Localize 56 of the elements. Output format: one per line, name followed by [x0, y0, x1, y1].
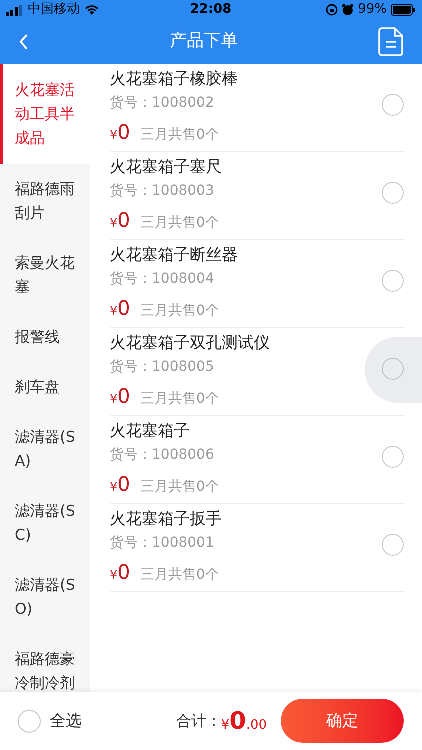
category-item[interactable]: 福路德雨刮片 [0, 164, 90, 238]
status-time: 22:08 [190, 1, 232, 20]
battery-icon [391, 4, 416, 16]
floating-touch-button[interactable] [365, 337, 422, 403]
category-item[interactable]: 滤清器(SA) [0, 412, 90, 486]
total-amount: ¥0.00 [221, 706, 267, 737]
product-checkbox[interactable] [382, 270, 404, 292]
product-checkbox[interactable] [382, 534, 404, 556]
battery-percent: 99% [358, 1, 388, 20]
product-name: 火花塞箱子 [110, 420, 191, 442]
product-code: 货号：1008004 [110, 270, 216, 289]
category-item[interactable]: 滤清器(SO) [0, 560, 90, 634]
document-icon[interactable] [378, 27, 404, 57]
carrier-name: 中国移动 [28, 1, 80, 20]
back-icon[interactable] [18, 33, 30, 51]
category-item[interactable]: 索曼火花塞 [0, 238, 90, 312]
sales-count: 三月共售0个 [140, 126, 220, 145]
product-code: 货号：1008006 [110, 446, 216, 465]
page-title: 产品下单 [170, 30, 238, 54]
product-name: 火花塞箱子双孔测试仪 [110, 332, 271, 354]
category-item[interactable]: 滤清器(SC) [0, 486, 90, 560]
alarm-icon [342, 4, 354, 16]
product-code: 货号：1008005 [110, 358, 216, 377]
product-checkbox[interactable] [382, 446, 404, 468]
category-item[interactable]: 福路德豪冷制冷剂 [0, 634, 90, 692]
product-price: ¥0 [110, 207, 130, 234]
category-item[interactable]: 报警线 [0, 312, 90, 362]
product-price: ¥0 [110, 471, 130, 498]
product-checkbox[interactable] [382, 94, 404, 116]
product-name: 火花塞箱子断丝器 [110, 244, 239, 266]
product-price: ¥0 [110, 383, 130, 410]
product-name: 火花塞箱子扳手 [110, 508, 223, 530]
select-all-checkbox[interactable] [18, 710, 41, 732]
total-label: 合计： [176, 710, 222, 732]
product-price: ¥0 [110, 295, 130, 322]
sales-count: 三月共售0个 [140, 566, 220, 585]
select-all-label: 全选 [50, 710, 82, 732]
rotation-lock-icon [326, 4, 338, 16]
product-price: ¥0 [110, 119, 130, 146]
sales-count: 三月共售0个 [140, 302, 220, 321]
sales-count: 三月共售0个 [140, 390, 220, 409]
product-code: 货号：1008001 [110, 534, 216, 553]
wifi-icon [84, 4, 100, 16]
product-checkbox[interactable] [382, 358, 404, 380]
signal-icon [6, 4, 24, 16]
sales-count: 三月共售0个 [140, 478, 220, 497]
product-name: 火花塞箱子橡胶棒 [110, 68, 239, 90]
category-item[interactable]: 火花塞活动工具半成品 [0, 64, 90, 164]
confirm-button[interactable]: 确定 [281, 699, 404, 743]
product-name: 火花塞箱子塞尺 [110, 156, 223, 178]
sales-count: 三月共售0个 [140, 214, 220, 233]
product-code: 货号：1008003 [110, 182, 216, 201]
product-checkbox[interactable] [382, 182, 404, 204]
product-price: ¥0 [110, 559, 130, 586]
category-item[interactable]: 刹车盘 [0, 362, 90, 412]
product-code: 货号：1008002 [110, 94, 216, 113]
